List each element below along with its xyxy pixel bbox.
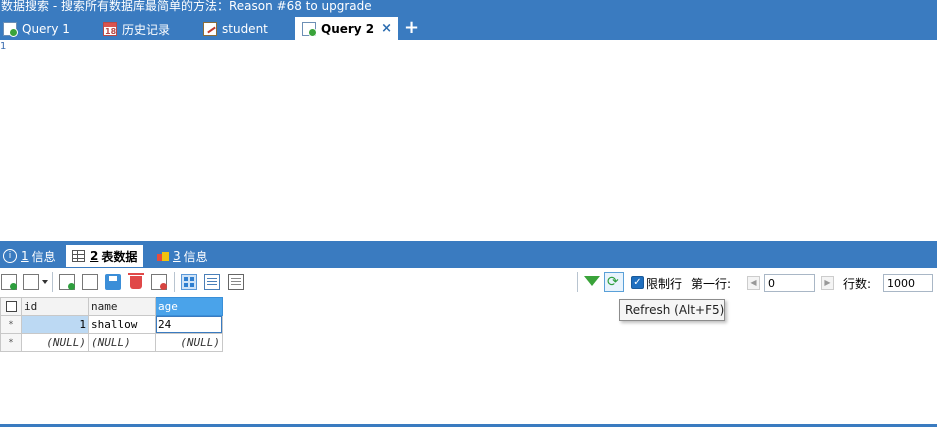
grid-view-icon[interactable] <box>181 274 197 290</box>
copy-row-icon[interactable] <box>82 274 98 290</box>
grid-icon <box>72 250 85 262</box>
add-tab-button[interactable]: + <box>404 18 419 38</box>
chevron-down-icon[interactable] <box>42 280 48 284</box>
form-view-icon[interactable] <box>204 274 220 290</box>
result-tab-bar: i 1 信息 2 表数据 3 信息 <box>0 241 937 268</box>
toolbar-divider <box>52 272 53 292</box>
row-marker[interactable]: * <box>0 333 22 352</box>
column-header-id[interactable]: id <box>21 297 89 316</box>
sql-editor[interactable]: 1 <box>0 40 937 241</box>
result-tab-label: 表数据 <box>101 249 138 264</box>
duplicate-row-icon[interactable] <box>23 274 39 290</box>
limit-rows-checkbox[interactable]: ✓ <box>631 276 644 289</box>
result-grid: id name age * 1 shallow * (NULL) (NULL) … <box>0 297 223 352</box>
row-count-label: 行数: <box>843 277 872 291</box>
result-tab-number: 1 <box>21 249 29 263</box>
first-row-input[interactable] <box>764 274 815 292</box>
sqlyog-window: 数据搜索 - 搜索所有数据库最简单的方法：Reason #68 to upgra… <box>0 0 937 427</box>
result-tab-messages-1[interactable]: i 1 信息 <box>3 245 56 267</box>
tab-student[interactable]: student <box>203 18 268 40</box>
cell-age-editor[interactable] <box>156 316 222 333</box>
filter-icon[interactable] <box>584 276 600 286</box>
limit-rows-label: 限制行 <box>646 277 683 291</box>
row-count-input[interactable] <box>883 274 933 292</box>
grid-header-row: id name age <box>0 297 223 316</box>
query-icon <box>3 22 18 37</box>
delete-icon[interactable] <box>128 273 144 289</box>
add-row-icon[interactable] <box>59 274 75 290</box>
result-tab-messages-3[interactable]: 3 信息 <box>157 245 208 267</box>
refresh-tooltip: Refresh (Alt+F5) <box>619 299 725 321</box>
query-tab-bar: Query 1 18 历史记录 student Query 2 × + <box>0 14 937 40</box>
refresh-button[interactable]: ⟳ <box>604 272 624 292</box>
cell-name[interactable]: (NULL) <box>88 333 156 352</box>
tab-query-1[interactable]: Query 1 <box>3 18 70 40</box>
first-row-label: 第一行: <box>691 277 732 291</box>
result-tab-number: 3 <box>173 249 181 263</box>
row-marker[interactable]: * <box>0 315 22 334</box>
cell-name[interactable]: shallow <box>88 315 156 334</box>
cell-id[interactable]: 1 <box>21 315 89 334</box>
select-all-cell[interactable] <box>0 297 22 316</box>
column-header-age[interactable]: age <box>155 297 223 316</box>
cell-id[interactable]: (NULL) <box>21 333 89 352</box>
column-header-name[interactable]: name <box>88 297 156 316</box>
box-icon <box>157 250 169 262</box>
previous-page-button[interactable]: ◀ <box>747 276 760 290</box>
tab-query-2[interactable]: Query 2 × <box>295 17 399 40</box>
result-toolbar: ⟳ ✓ 限制行 第一行: ◀ ▶ 行数: <box>0 268 937 297</box>
next-page-button[interactable]: ▶ <box>821 276 834 290</box>
text-view-icon[interactable] <box>228 274 244 290</box>
table-row[interactable]: * 1 shallow <box>0 315 223 334</box>
tab-label: Query 1 <box>22 22 70 36</box>
calendar-icon: 18 <box>103 22 117 36</box>
line-number: 1 <box>0 41 7 52</box>
tab-history[interactable]: 18 历史记录 <box>103 18 170 40</box>
table-edit-icon <box>203 22 217 36</box>
query-icon <box>302 21 317 37</box>
result-tab-label: 信息 <box>183 249 208 264</box>
tab-label: student <box>222 22 268 36</box>
table-row[interactable]: * (NULL) (NULL) (NULL) <box>0 333 223 352</box>
select-all-checkbox[interactable] <box>5 301 17 312</box>
insert-row-icon[interactable] <box>1 274 17 290</box>
save-icon[interactable] <box>105 274 121 290</box>
result-tab-number: 2 <box>90 249 99 263</box>
info-icon: i <box>3 249 17 263</box>
result-tab-table-data[interactable]: 2 表数据 <box>66 245 144 267</box>
cell-age[interactable] <box>155 315 223 334</box>
close-tab-icon[interactable]: × <box>381 21 392 36</box>
refresh-icon: ⟳ <box>607 274 619 290</box>
discard-changes-icon[interactable] <box>151 274 167 290</box>
cell-age[interactable]: (NULL) <box>155 333 223 352</box>
window-title: 数据搜索 - 搜索所有数据库最简单的方法：Reason #68 to upgra… <box>0 0 937 14</box>
calendar-day: 18 <box>105 27 117 36</box>
toolbar-divider <box>577 272 578 292</box>
tab-label: Query 2 <box>321 21 375 36</box>
result-tab-label: 信息 <box>31 249 56 264</box>
toolbar-divider <box>174 272 175 292</box>
tab-label: 历史记录 <box>122 22 171 37</box>
